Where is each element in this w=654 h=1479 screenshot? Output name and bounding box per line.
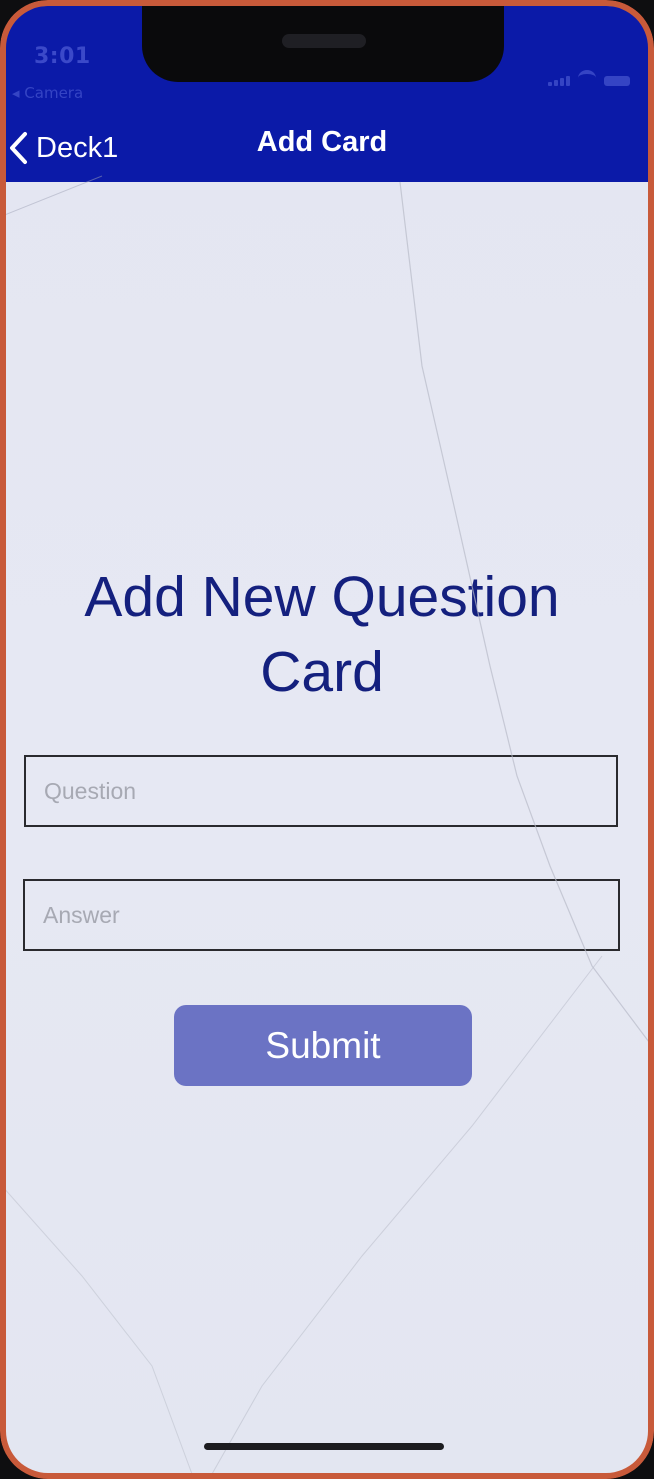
device-frame: 3:01 ◂ Camera Deck1 Add Card Add New Que… — [0, 0, 654, 1479]
answer-input[interactable] — [25, 881, 618, 949]
notch — [142, 6, 504, 82]
status-back-to-app[interactable]: ◂ Camera — [12, 84, 83, 102]
page-title: Add Card — [256, 126, 388, 158]
signal-icon — [548, 76, 570, 86]
question-field — [24, 755, 618, 827]
answer-field — [23, 879, 620, 951]
navigation-header: 3:01 ◂ Camera Deck1 Add Card — [2, 6, 652, 182]
speaker — [282, 34, 366, 48]
battery-icon — [604, 76, 630, 86]
submit-button[interactable]: Submit — [174, 1005, 472, 1086]
question-input[interactable] — [26, 757, 616, 825]
screen: 3:01 ◂ Camera Deck1 Add Card Add New Que… — [2, 6, 652, 1474]
form-heading: Add New Question Card — [84, 565, 560, 704]
status-icons — [548, 70, 630, 86]
status-time: 3:01 — [34, 44, 91, 69]
home-indicator[interactable] — [204, 1443, 444, 1450]
screen-crack — [2, 175, 652, 1474]
wifi-icon — [578, 70, 596, 86]
